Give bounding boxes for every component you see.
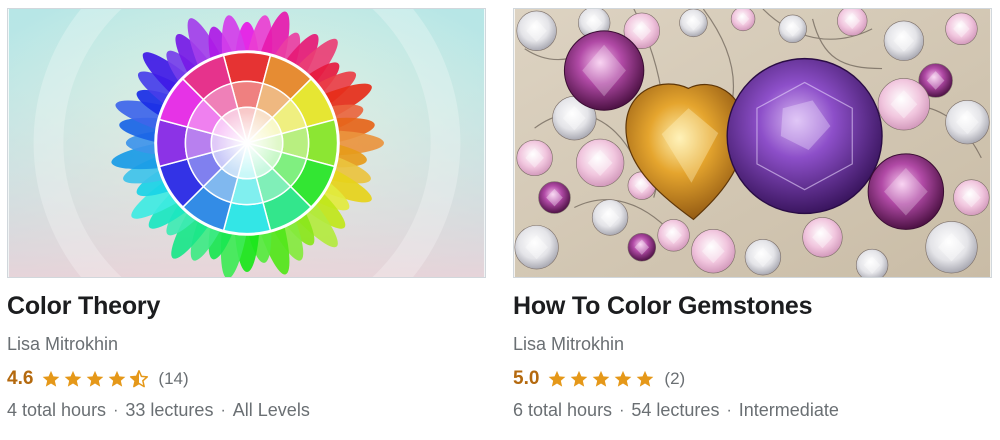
- review-count: (2): [664, 369, 686, 388]
- course-card-color-theory[interactable]: Color Theory Lisa Mitrokhin 4.6 (14) 4 t…: [7, 8, 486, 434]
- total-hours: 6 total hours: [513, 400, 613, 420]
- course-title[interactable]: Color Theory: [7, 292, 160, 321]
- color-wheel-flower-image[interactable]: [7, 8, 486, 278]
- gemstones-illustration-image[interactable]: [513, 8, 992, 278]
- star-half-icon: [130, 370, 149, 388]
- total-hours: 4 total hours: [7, 400, 107, 420]
- review-count: (14): [158, 369, 189, 388]
- course-card-how-to-color-gemstones[interactable]: How To Color Gemstones Lisa Mitrokhin 5.…: [513, 8, 992, 434]
- course-title[interactable]: How To Color Gemstones: [513, 292, 813, 321]
- star-icon: [65, 370, 82, 387]
- rating-value: 5.0: [513, 368, 540, 389]
- course-level: All Levels: [232, 400, 310, 420]
- star-icon: [571, 370, 588, 387]
- rating-value: 4.6: [7, 368, 34, 389]
- star-icon: [549, 370, 566, 387]
- course-rating: 5.0 (2): [513, 366, 685, 392]
- course-details: 4 total hours · 33 lectures · All Levels: [7, 400, 310, 421]
- star-icon: [637, 370, 654, 387]
- star-rating: [41, 369, 149, 389]
- separator: ·: [220, 401, 226, 419]
- separator: ·: [726, 401, 732, 419]
- instructor-name: Lisa Mitrokhin: [7, 334, 119, 354]
- star-icon: [43, 370, 60, 387]
- course-details: 6 total hours · 54 lectures · Intermedia…: [513, 400, 839, 421]
- lecture-count: 54 lectures: [631, 400, 720, 420]
- star-icon: [109, 370, 126, 387]
- separator: ·: [113, 401, 119, 419]
- lecture-count: 33 lectures: [125, 400, 214, 420]
- course-rating: 4.6 (14): [7, 366, 189, 392]
- star-icon: [593, 370, 610, 387]
- star-rating: [547, 369, 655, 389]
- instructor-name: Lisa Mitrokhin: [513, 334, 625, 354]
- course-level: Intermediate: [738, 400, 839, 420]
- separator: ·: [619, 401, 625, 419]
- star-icon: [87, 370, 104, 387]
- star-icon: [615, 370, 632, 387]
